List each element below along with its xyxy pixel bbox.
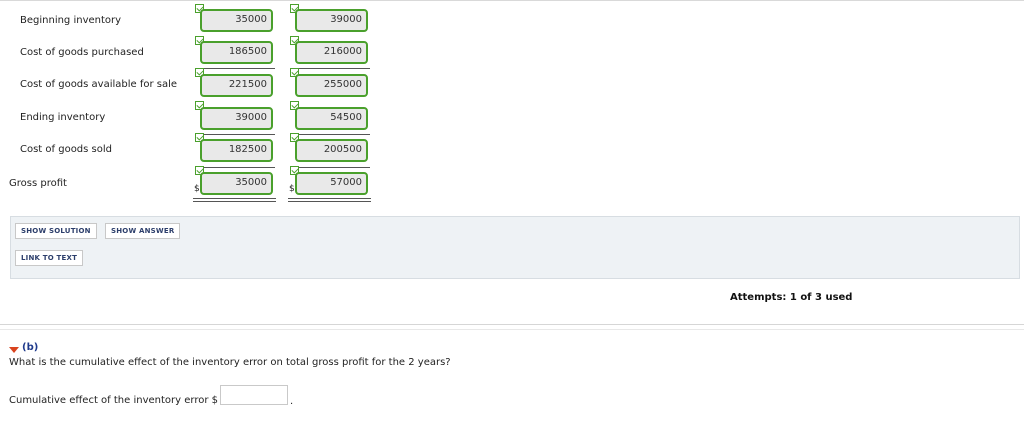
row-label-cost-of-goods-available: Cost of goods available for sale: [20, 79, 178, 90]
ending-inventory-year1-field[interactable]: 39000: [200, 107, 273, 130]
total-double-underline: [193, 201, 276, 202]
field-value: 182500: [228, 144, 267, 155]
cost-of-goods-purchased-year2-field[interactable]: 216000: [295, 41, 368, 64]
field-value: 216000: [323, 46, 362, 57]
link-to-text-button[interactable]: LINK TO TEXT: [15, 250, 84, 266]
field-value: 57000: [330, 177, 362, 188]
row-label-ending-inventory: Ending inventory: [20, 112, 106, 123]
field-value: 35000: [235, 177, 267, 188]
subtotal-underline: [290, 167, 370, 168]
section-divider: [0, 324, 1024, 325]
collapse-caret-icon[interactable]: [9, 347, 19, 353]
field-value: 35000: [235, 14, 267, 25]
link-panel: LINK TO TEXT: [10, 243, 1020, 279]
subtotal-underline: [195, 134, 275, 135]
gross-profit-year2-field[interactable]: 57000: [295, 172, 368, 195]
row-label-cost-of-goods-sold: Cost of goods sold: [20, 144, 113, 155]
subtotal-underline: [195, 68, 275, 69]
subtotal-underline: [290, 134, 370, 135]
total-double-underline: [288, 198, 371, 199]
cost-of-goods-purchased-year1-field[interactable]: 186500: [200, 41, 273, 64]
field-value: 54500: [330, 112, 362, 123]
currency-symbol: $: [289, 184, 295, 194]
sentence-period: .: [290, 396, 294, 407]
currency-symbol: $: [194, 184, 200, 194]
show-answer-button[interactable]: SHOW ANSWER: [105, 223, 181, 239]
show-solution-button[interactable]: SHOW SOLUTION: [15, 223, 97, 239]
ending-inventory-year2-field[interactable]: 54500: [295, 107, 368, 130]
beginning-inventory-year2-field[interactable]: 39000: [295, 9, 368, 32]
row-label-beginning-inventory: Beginning inventory: [20, 15, 122, 26]
cumulative-effect-label: Cumulative effect of the inventory error…: [9, 395, 218, 406]
cost-of-goods-sold-year1-field[interactable]: 182500: [200, 139, 273, 162]
attempts-counter: Attempts: 1 of 3 used: [730, 292, 853, 303]
row-label-cost-of-goods-purchased: Cost of goods purchased: [20, 47, 144, 58]
row-label-gross-profit: Gross profit: [9, 178, 67, 189]
total-double-underline: [193, 198, 276, 199]
cost-of-goods-available-year2-field[interactable]: 255000: [295, 74, 368, 97]
solution-buttons-panel: SHOW SOLUTION SHOW ANSWER: [10, 216, 1020, 245]
gross-profit-year1-field[interactable]: 35000: [200, 172, 273, 195]
field-value: 255000: [323, 79, 362, 90]
cost-of-goods-available-year1-field[interactable]: 221500: [200, 74, 273, 97]
field-value: 200500: [323, 144, 362, 155]
top-divider: [0, 0, 1024, 1]
field-value: 39000: [330, 14, 362, 25]
subtotal-underline: [195, 167, 275, 168]
cumulative-effect-input[interactable]: [220, 385, 288, 405]
beginning-inventory-year1-field[interactable]: 35000: [200, 9, 273, 32]
section-divider: [0, 329, 1024, 330]
subtotal-underline: [290, 68, 370, 69]
field-value: 186500: [228, 46, 267, 57]
part-b-label[interactable]: (b): [22, 342, 38, 353]
field-value: 221500: [228, 79, 267, 90]
field-value: 39000: [235, 112, 267, 123]
total-double-underline: [288, 201, 371, 202]
cost-of-goods-sold-year2-field[interactable]: 200500: [295, 139, 368, 162]
part-b-question: What is the cumulative effect of the inv…: [9, 357, 451, 368]
